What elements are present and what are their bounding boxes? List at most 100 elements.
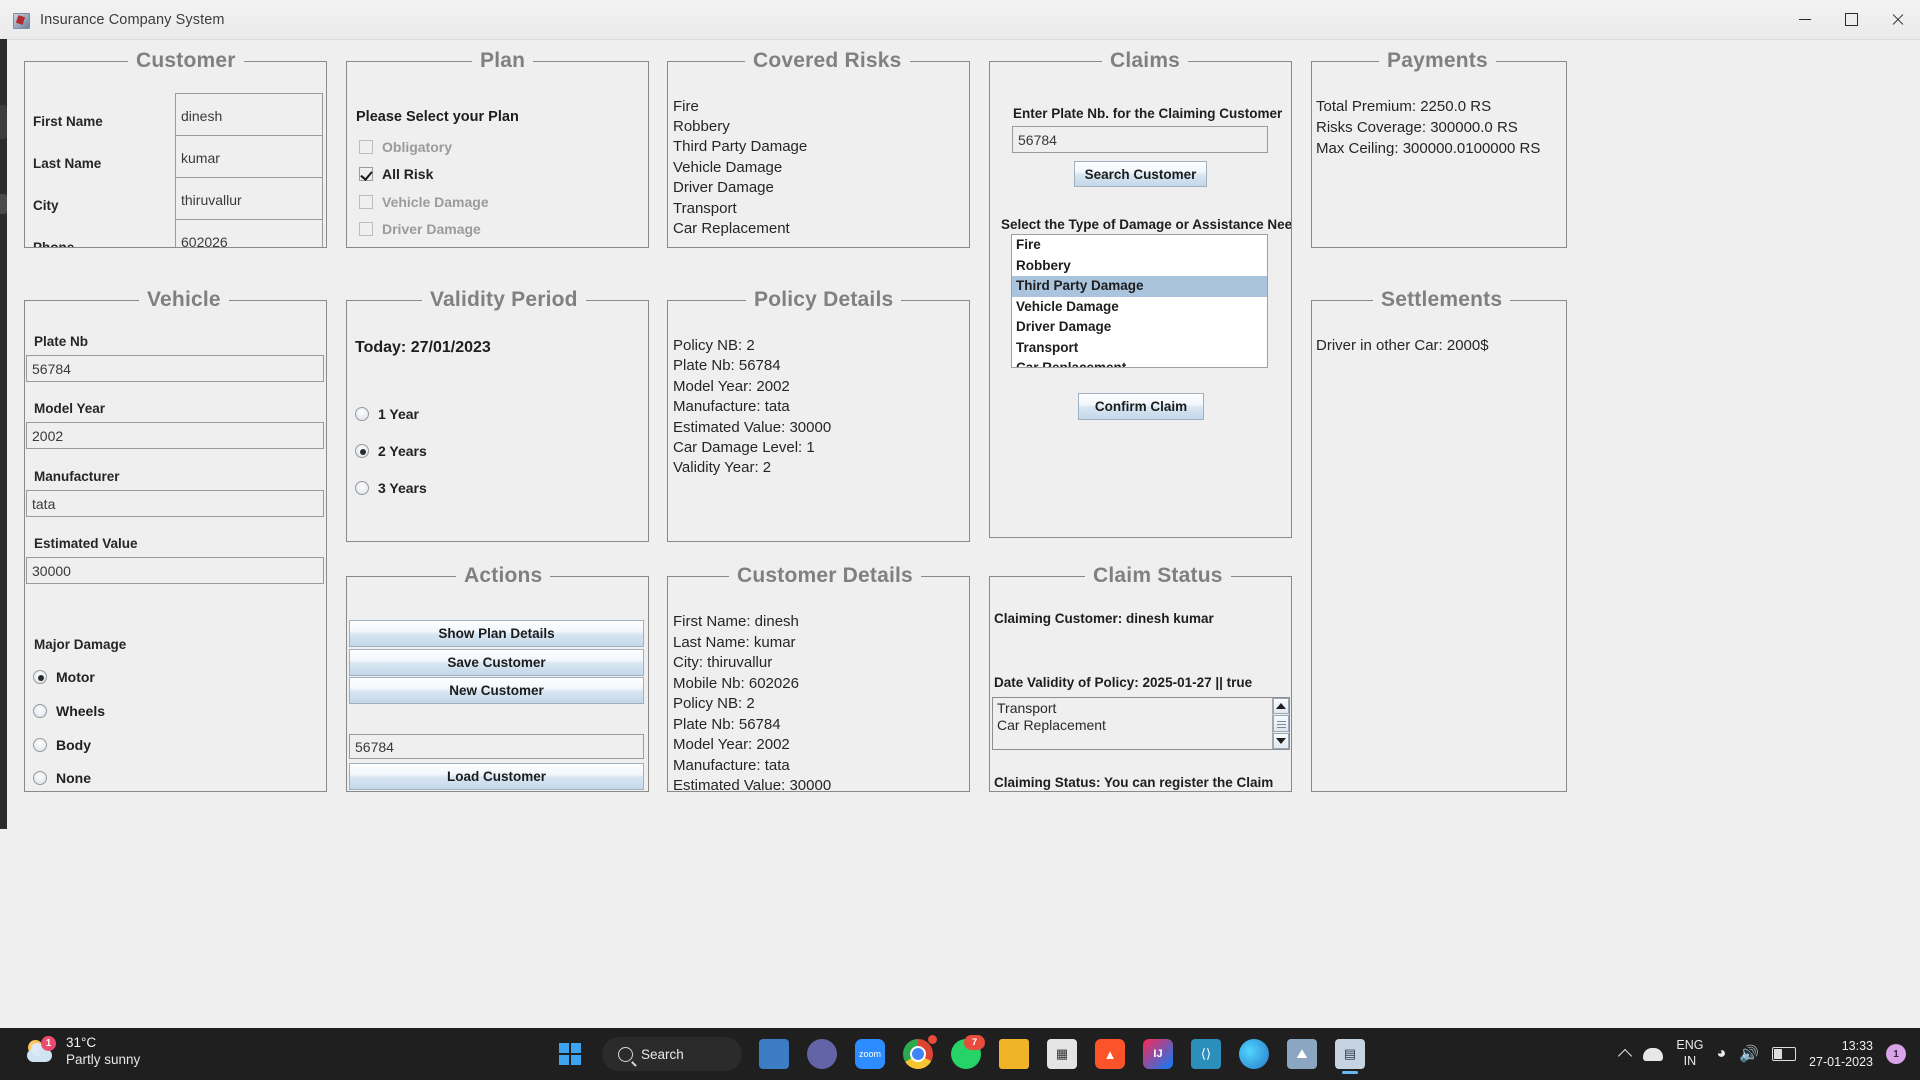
policy-details-panel: Policy Details Policy NB: 2 Plate Nb: 56… (667, 287, 970, 542)
damage-type-list[interactable]: Fire Robbery Third Party Damage Vehicle … (1011, 234, 1268, 368)
taskbar-app-vs-code[interactable]: ⟨⟩ (1184, 1032, 1228, 1076)
plate-nb-input[interactable]: 56784 (26, 355, 324, 382)
scroll-down-button[interactable] (1273, 733, 1289, 749)
taskbar-app-microsoft-store[interactable]: ▦ (1040, 1032, 1084, 1076)
plan-option-vehicle-damage[interactable]: Vehicle Damage (359, 194, 489, 210)
edge-icon (1239, 1039, 1269, 1069)
minimize-button[interactable] (1782, 0, 1828, 39)
load-customer-button[interactable]: Load Customer (349, 763, 644, 790)
customer-detail-line: Plate Nb: 56784 (673, 716, 781, 733)
maximize-button[interactable] (1828, 0, 1874, 39)
show-plan-details-button[interactable]: Show Plan Details (349, 620, 644, 647)
notification-badge[interactable]: 1 (1886, 1044, 1906, 1064)
radio-icon (355, 481, 369, 495)
payments-line: Risks Coverage: 300000.0 RS (1316, 119, 1518, 136)
plan-option-driver-damage[interactable]: Driver Damage (359, 221, 481, 237)
scroll-up-button[interactable] (1273, 698, 1289, 714)
battery-icon[interactable] (1772, 1047, 1797, 1061)
list-item[interactable]: Car Replacement (993, 717, 1289, 734)
taskbar-app-whatsapp[interactable]: 7 (944, 1032, 988, 1076)
onedrive-icon[interactable] (1643, 1047, 1664, 1061)
desktop-left-edge (0, 39, 7, 829)
clock-time: 13:33 (1841, 1038, 1873, 1053)
scrollbar-thumb[interactable] (1273, 715, 1289, 732)
show-hidden-icons-icon[interactable] (1618, 1048, 1633, 1064)
checkbox-checked-icon (359, 167, 373, 181)
validity-option-1-year[interactable]: 1 Year (355, 406, 419, 422)
policy-line: Validity Year: 2 (673, 459, 772, 476)
customer-panel: Customer First Name dinesh Last Name kum… (24, 48, 327, 248)
last-name-input[interactable]: kumar (175, 135, 323, 180)
language-indicator[interactable]: ENG IN (1676, 1038, 1703, 1069)
list-item[interactable]: Driver Damage (1012, 317, 1267, 338)
plan-panel: Plan Please Select your Plan Obligatory … (346, 48, 649, 248)
actions-panel-title: Actions (456, 563, 551, 589)
taskbar-app-photos[interactable]: ⛰ (1280, 1032, 1324, 1076)
major-damage-option-body[interactable]: Body (33, 737, 91, 753)
taskbar-app-file-explorer[interactable] (992, 1032, 1036, 1076)
phone-label: Phone (33, 240, 74, 247)
actions-panel: Actions Show Plan Details Save Customer … (346, 563, 649, 792)
customer-detail-line: Last Name: kumar (673, 634, 796, 651)
estimated-value-input[interactable]: 30000 (26, 557, 324, 584)
validity-option-2-years[interactable]: 2 Years (355, 443, 427, 459)
claim-list-scrollbar[interactable] (1272, 698, 1289, 749)
manufacturer-label: Manufacturer (34, 469, 120, 484)
list-item[interactable]: Transport (993, 700, 1289, 717)
plan-option-label: Driver Damage (382, 221, 481, 237)
settlements-line: Driver in other Car: 2000$ (1316, 337, 1489, 354)
intellij-idea-icon: IJ (1143, 1039, 1173, 1069)
major-damage-option-motor[interactable]: Motor (33, 669, 95, 685)
settlements-panel-title: Settlements (1373, 287, 1511, 313)
application-window: Insurance Company System Customer First … (0, 0, 1920, 1080)
clock[interactable]: 13:33 27-01-2023 (1809, 1038, 1873, 1071)
volume-icon[interactable]: 🔊 (1739, 1044, 1759, 1064)
search-customer-button[interactable]: Search Customer (1074, 161, 1207, 187)
taskbar-app-insurance-system[interactable]: ▤ (1328, 1032, 1372, 1076)
covered-risk-item: Fire (673, 98, 699, 115)
taskbar-app-task-view[interactable] (752, 1032, 796, 1076)
customer-details-title: Customer Details (729, 563, 921, 589)
list-item[interactable]: Car Replacement (1012, 358, 1267, 367)
taskbar-app-chrome[interactable] (896, 1032, 940, 1076)
phone-input[interactable]: 602026 (175, 219, 323, 247)
radio-selected-icon (33, 670, 47, 684)
claim-plate-input[interactable]: 56784 (1012, 126, 1268, 153)
claim-items-list[interactable]: Transport Car Replacement (992, 697, 1290, 750)
plan-option-obligatory[interactable]: Obligatory (359, 139, 452, 155)
policy-line: Model Year: 2002 (673, 378, 790, 395)
list-item[interactable]: Fire (1012, 235, 1267, 256)
covered-risk-item: Third Party Damage (673, 138, 808, 155)
wifi-icon[interactable]: ◕ (1716, 1045, 1726, 1063)
policy-line: Estimated Value: 30000 (673, 419, 832, 436)
taskbar-app-brave[interactable]: ▲ (1088, 1032, 1132, 1076)
first-name-input[interactable]: dinesh (175, 93, 323, 138)
claims-panel-title: Claims (1102, 48, 1189, 74)
radio-icon (33, 738, 47, 752)
confirm-claim-button[interactable]: Confirm Claim (1078, 393, 1204, 420)
list-item[interactable]: Robbery (1012, 256, 1267, 277)
list-item-selected[interactable]: Third Party Damage (1012, 276, 1267, 297)
taskbar-app-intellij-idea[interactable]: IJ (1136, 1032, 1180, 1076)
list-item[interactable]: Transport (1012, 338, 1267, 359)
load-customer-plate-input[interactable]: 56784 (349, 734, 644, 759)
taskbar-app-teams[interactable] (800, 1032, 844, 1076)
close-button[interactable] (1874, 0, 1920, 39)
new-customer-button[interactable]: New Customer (349, 677, 644, 704)
major-damage-option-none[interactable]: None (33, 770, 91, 786)
start-button[interactable] (548, 1032, 592, 1076)
taskbar-app-edge[interactable] (1232, 1032, 1276, 1076)
list-item[interactable]: Vehicle Damage (1012, 297, 1267, 318)
brave-icon: ▲ (1095, 1039, 1125, 1069)
city-input[interactable]: thiruvallur (175, 177, 323, 222)
save-customer-button[interactable]: Save Customer (349, 649, 644, 676)
model-year-input[interactable]: 2002 (26, 422, 324, 449)
validity-option-3-years[interactable]: 3 Years (355, 480, 427, 496)
search-box[interactable]: Search (602, 1037, 742, 1071)
plan-option-all-risk[interactable]: All Risk (359, 166, 433, 182)
major-damage-option-label: Motor (56, 669, 95, 685)
customer-detail-line: Mobile Nb: 602026 (673, 675, 799, 692)
taskbar-app-zoom[interactable]: zoom (848, 1032, 892, 1076)
major-damage-option-wheels[interactable]: Wheels (33, 703, 105, 719)
manufacturer-input[interactable]: tata (26, 490, 324, 517)
